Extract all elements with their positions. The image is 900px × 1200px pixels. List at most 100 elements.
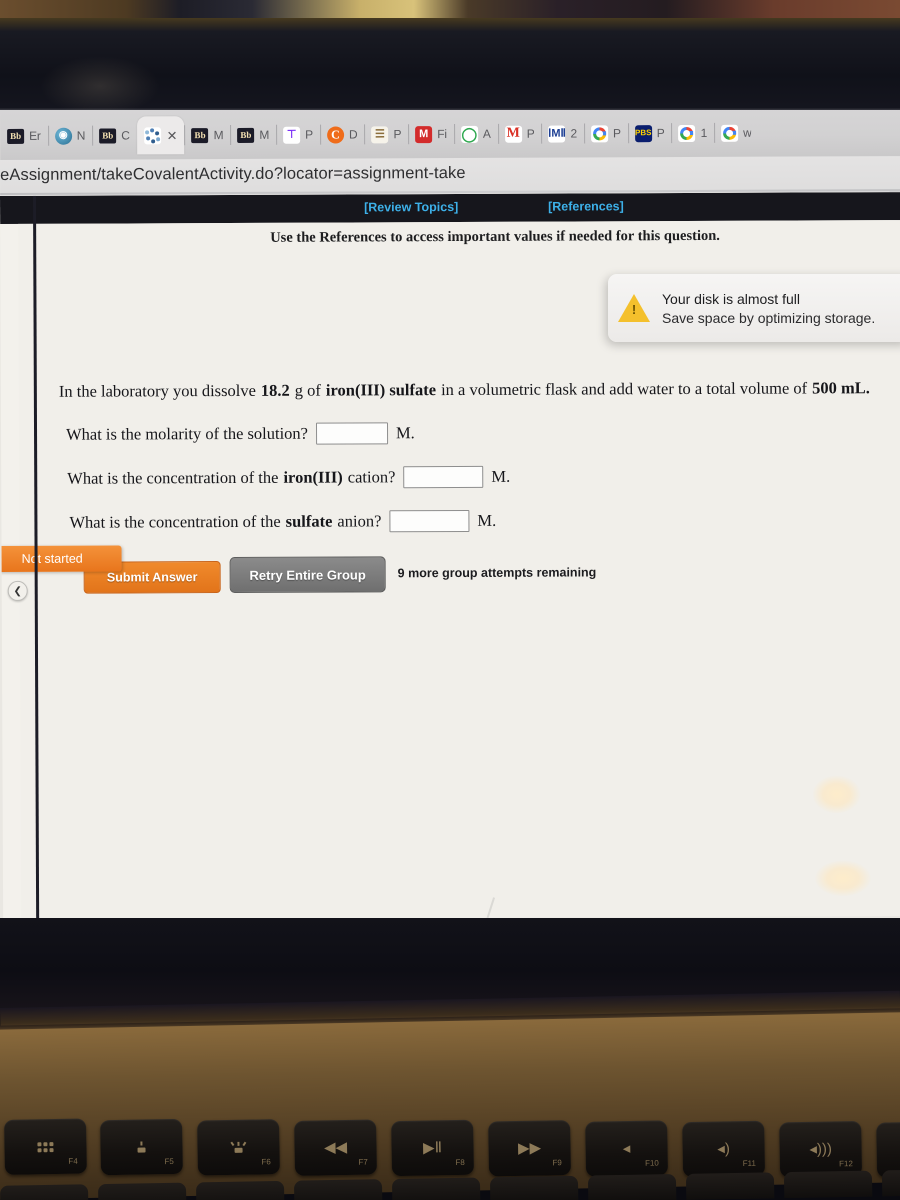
sub-question-2: What is the concentration of the iron(II… xyxy=(67,465,511,490)
browser-tab[interactable]: ⅠMⅡ 2 xyxy=(541,114,584,152)
keyboard-key[interactable] xyxy=(97,1182,187,1200)
key-fn-label: F8 xyxy=(455,1157,465,1168)
unit-label: M. xyxy=(477,510,497,530)
monitor-bezel-top xyxy=(0,18,900,116)
cation-concentration-input[interactable] xyxy=(403,465,484,489)
mute-icon: ◂ xyxy=(622,1140,631,1158)
c-circle-icon: C xyxy=(326,125,345,144)
rewind-icon: ◀◀ xyxy=(323,1138,348,1157)
browser-address-bar[interactable]: eAssignment/takeCovalentActivity.do?loca… xyxy=(0,156,900,196)
key-f12[interactable]: ◂))) F12 xyxy=(779,1120,863,1178)
play-pause-icon: ▶Ⅱ xyxy=(422,1139,443,1157)
keyboard-key[interactable] xyxy=(0,1184,89,1200)
browser-tab-strip[interactable]: Bb Er ◉ N Bb C ✕ Bb M Bb M ⊤ P C D ☰ P M… xyxy=(0,110,900,162)
key-f4[interactable]: F4 xyxy=(3,1118,87,1175)
cengage-icon xyxy=(143,126,161,144)
system-notification[interactable]: Your disk is almost full Save space by o… xyxy=(608,274,900,342)
globe-icon: ◉ xyxy=(54,127,72,145)
keyboard-key[interactable] xyxy=(587,1174,677,1200)
key-fn-label: F4 xyxy=(68,1156,78,1166)
keyboard-key[interactable] xyxy=(293,1179,383,1200)
unit-label: M. xyxy=(491,466,511,486)
keyboard-key[interactable] xyxy=(391,1177,481,1200)
browser-tab[interactable]: ◉ N xyxy=(48,117,93,155)
browser-tab[interactable]: C D xyxy=(320,115,365,153)
keyboard-key[interactable] xyxy=(195,1180,285,1200)
browser-tab[interactable]: Bb C xyxy=(92,116,137,154)
keyboard-key[interactable] xyxy=(489,1175,579,1200)
sidebar-collapse-button[interactable]: ❮ xyxy=(7,580,28,601)
volume-down-icon: ◂) xyxy=(717,1140,731,1158)
sub-question-3: What is the concentration of the sulfate… xyxy=(69,509,497,534)
browser-tab[interactable]: ⊤ P xyxy=(276,116,320,154)
status-badge: Not started xyxy=(0,545,122,573)
question-statement: In the laboratory you dissolve 18.2 g of… xyxy=(59,378,870,402)
browser-tab[interactable]: ☰ P xyxy=(364,115,408,153)
references-link[interactable]: [References] xyxy=(548,199,624,213)
keyboard-key[interactable] xyxy=(881,1168,900,1197)
bb-icon: Bb xyxy=(237,127,255,143)
browser-tab[interactable]: M Fi xyxy=(408,115,454,153)
review-topics-link[interactable]: [Review Topics] xyxy=(364,200,458,214)
tab-label: M xyxy=(213,128,224,143)
browser-tab[interactable]: M P xyxy=(498,115,542,153)
screenshot-root: Bb Er ◉ N Bb C ✕ Bb M Bb M ⊤ P C D ☰ P M… xyxy=(0,0,900,1200)
tab-label: P xyxy=(305,127,314,142)
browser-tab[interactable]: Bb M xyxy=(184,116,230,154)
tab-label: C xyxy=(121,128,130,143)
key-f10[interactable]: ◂ F10 xyxy=(585,1120,669,1177)
browser-tab[interactable]: 1 xyxy=(672,114,715,152)
browser-tab[interactable]: ◯ A xyxy=(454,115,498,153)
url-text[interactable]: eAssignment/takeCovalentActivity.do?loca… xyxy=(0,164,466,185)
retry-entire-group-button[interactable]: Retry Entire Group xyxy=(229,556,386,594)
monitor-screen: Bb Er ◉ N Bb C ✕ Bb M Bb M ⊤ P C D ☰ P M… xyxy=(0,110,900,920)
key-f6[interactable]: F6 xyxy=(197,1119,280,1176)
key-fn-label: F7 xyxy=(358,1157,368,1167)
launchpad-icon xyxy=(37,1141,54,1152)
browser-tab[interactable]: P xyxy=(584,114,628,152)
tab-label: N xyxy=(76,128,86,143)
bb-icon: Bb xyxy=(7,128,25,144)
reference-note: Use the References to access important v… xyxy=(270,227,720,246)
question-mid: in a volumetric flask and add water to a… xyxy=(441,378,808,400)
key-f8[interactable]: ▶Ⅱ F8 xyxy=(391,1119,475,1177)
sub-question-text-after: cation? xyxy=(347,467,396,487)
keyboard-key[interactable] xyxy=(685,1172,775,1200)
key-fn-label: F11 xyxy=(742,1158,756,1169)
unit-label: M. xyxy=(395,423,415,443)
key-f9[interactable]: ▶▶ F9 xyxy=(488,1120,572,1177)
anion-concentration-input[interactable] xyxy=(389,509,470,533)
mass-value: 18.2 xyxy=(260,380,290,400)
molarity-input[interactable] xyxy=(315,422,389,445)
bb-icon: Bb xyxy=(99,127,117,144)
tab-label: P xyxy=(656,126,665,141)
key-f11[interactable]: ◂) F11 xyxy=(682,1120,766,1178)
tab-label: P xyxy=(393,127,402,142)
key-f5[interactable]: F5 xyxy=(100,1118,183,1176)
tab-label: w xyxy=(743,125,752,140)
volume-up-icon: ◂))) xyxy=(809,1140,833,1158)
key-fn-label: F9 xyxy=(552,1158,562,1168)
document-icon: ☰ xyxy=(371,125,389,143)
pbs-icon: PBS xyxy=(634,124,652,142)
notification-title: Your disk is almost full xyxy=(662,290,800,307)
browser-tab[interactable]: PBS P xyxy=(628,114,672,152)
sub-question-text: What is the molarity of the solution? xyxy=(65,423,309,444)
close-icon[interactable]: ✕ xyxy=(167,128,178,143)
t-icon: ⊤ xyxy=(283,126,301,144)
keyboard-key[interactable] xyxy=(783,1170,873,1199)
m-serif-icon: M xyxy=(504,125,522,143)
attempts-remaining-text: 9 more group attempts remaining xyxy=(397,565,597,581)
mass-unit: g of xyxy=(294,380,321,400)
notification-subtitle: Save space by optimizing storage. xyxy=(662,309,876,326)
key-fn-label: F10 xyxy=(644,1158,659,1168)
browser-tab[interactable]: w xyxy=(714,114,759,152)
key-f7[interactable]: ◀◀ F7 xyxy=(294,1119,378,1176)
bezel-reflection xyxy=(40,56,160,116)
browser-tab[interactable]: Bb M xyxy=(230,116,276,154)
tab-label: P xyxy=(526,126,535,141)
browser-tab-active[interactable]: ✕ xyxy=(136,116,185,155)
tab-label: 2 xyxy=(570,126,577,141)
browser-tab[interactable]: Bb Er xyxy=(0,117,48,155)
tab-label: 1 xyxy=(700,125,708,140)
